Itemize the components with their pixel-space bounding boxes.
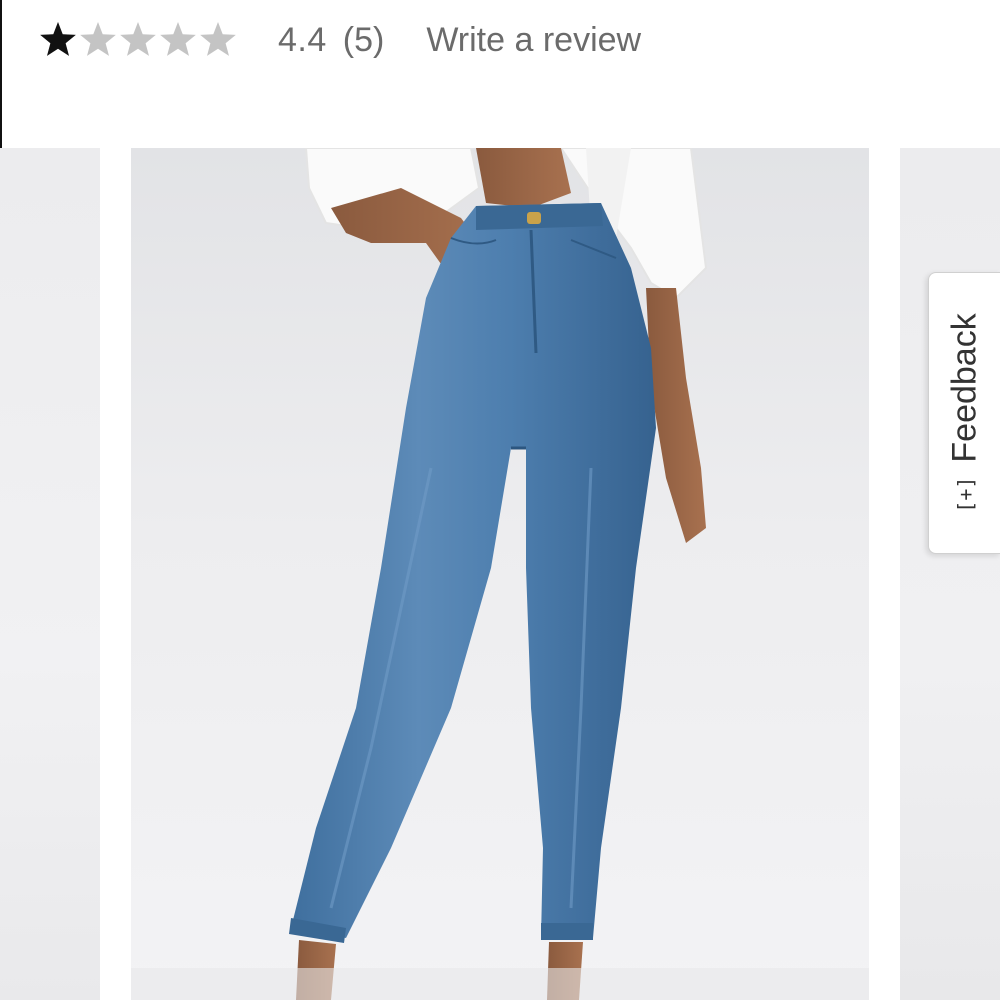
feedback-expand-icon: [+] xyxy=(953,476,977,513)
star-empty-icon xyxy=(80,22,116,56)
jeans-product-photo-icon xyxy=(131,148,869,1000)
product-image-main[interactable] xyxy=(131,148,869,1000)
star-empty-icon xyxy=(120,22,156,56)
previous-slide-peek[interactable] xyxy=(0,148,100,1000)
star-empty-icon xyxy=(160,22,196,56)
star-rating-icons xyxy=(40,22,236,56)
feedback-label: Feedback xyxy=(945,313,984,463)
write-review-link[interactable]: Write a review xyxy=(426,21,641,60)
rating-bar: 4.4 (5) Write a review xyxy=(38,14,641,66)
page-edge-rule xyxy=(0,0,2,148)
product-image-carousel[interactable] xyxy=(0,148,1000,1000)
feedback-tab-button[interactable]: [+] Feedback xyxy=(928,272,1000,554)
star-empty-icon xyxy=(200,22,236,56)
review-count[interactable]: (5) xyxy=(343,21,385,60)
product-page: 4.4 (5) Write a review [+] Feedback xyxy=(0,0,1000,1000)
star-rating[interactable] xyxy=(38,20,238,60)
rating-value: 4.4 xyxy=(278,20,327,59)
feedback-tab-content: [+] Feedback xyxy=(946,313,985,512)
star-filled-icon xyxy=(40,22,76,56)
